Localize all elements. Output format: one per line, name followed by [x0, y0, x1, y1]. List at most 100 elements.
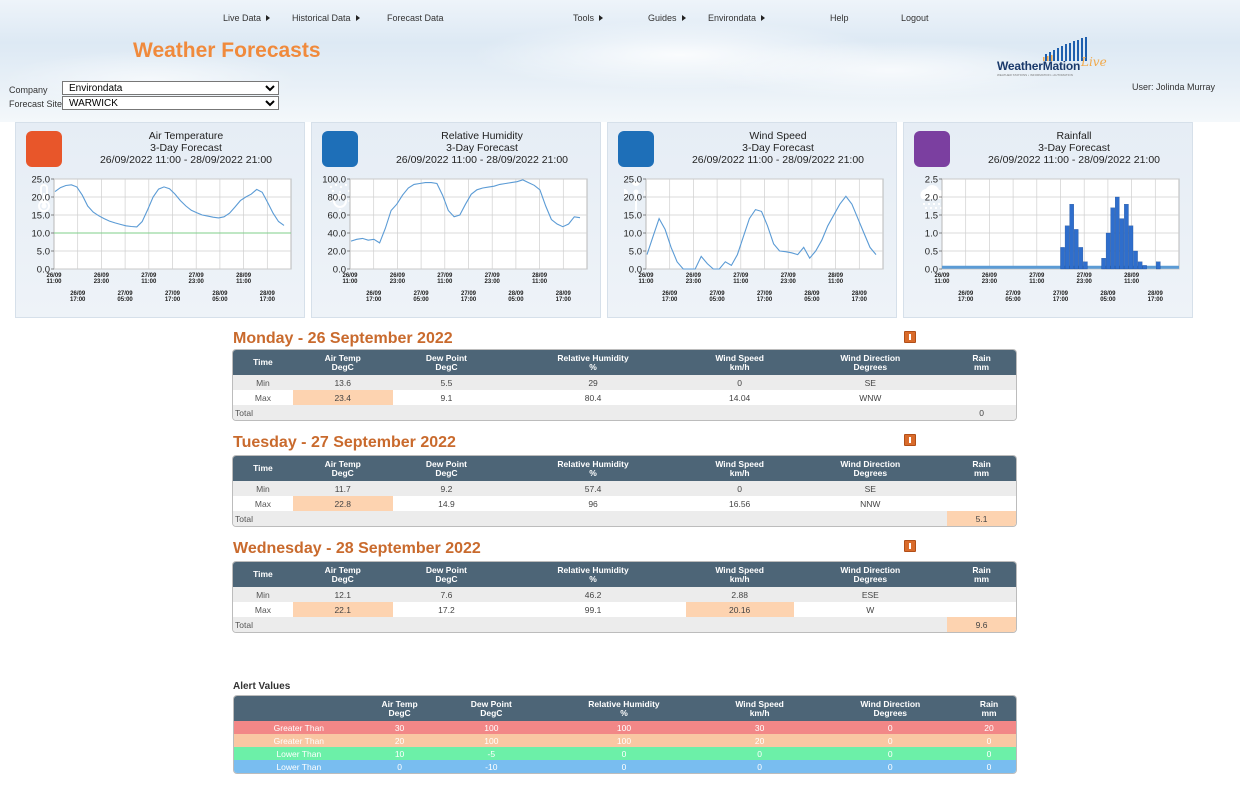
table-cell — [292, 511, 393, 526]
x-tick-label: 17:00 — [556, 297, 572, 303]
y-tick-label: 80.0 — [328, 193, 347, 204]
table-cell: 22.8 — [292, 496, 393, 511]
y-tick-label: 25.0 — [32, 175, 51, 186]
y-tick-label: 60.0 — [328, 211, 347, 222]
table-cell: 7.6 — [392, 587, 501, 602]
y-tick-label: 10.0 — [32, 229, 51, 240]
page-title: Weather Forecasts — [133, 39, 321, 62]
table-row: Min 11.7 9.2 57.4 0 SE — [233, 481, 1016, 496]
alert-cell: 0 — [818, 721, 963, 734]
table-header-row: Time Air Temp DegC Dew Point DegC Relative Hu… — [233, 456, 1016, 481]
table-cell: 9.6 — [947, 617, 1016, 632]
alert-cell: 0 — [700, 747, 819, 760]
table-cell: 17.2 — [392, 602, 501, 617]
column-header-unit: % — [589, 361, 597, 372]
nav-forecast-data[interactable]: Forecast Data — [387, 13, 444, 23]
table-header-row: Time Air Temp DegC Dew Point DegC Relative Hu… — [233, 350, 1016, 375]
table-cell: 5.1 — [947, 511, 1016, 526]
table-cell: 9.2 — [392, 481, 501, 496]
forecast-site-select[interactable]: WARWICK — [62, 96, 279, 110]
nav-guides[interactable]: Guides — [648, 13, 686, 23]
x-tick-label: 05:00 — [212, 297, 228, 303]
row-label: Max — [233, 602, 293, 617]
row-label: Max — [233, 390, 293, 405]
column-header: Air Temp DegC — [292, 350, 393, 375]
column-header-label: Time — [253, 357, 273, 367]
pdf-export-icon[interactable] — [904, 434, 916, 446]
nav-help[interactable]: Help — [830, 13, 849, 23]
weathermation-logo[interactable]: WeatherMation Live WEATHER STATIONS • IN… — [993, 37, 1113, 77]
column-header: Dew Point DegC — [392, 456, 501, 481]
column-header-unit: Degrees — [853, 361, 888, 372]
alert-row-label: Greater Than — [234, 721, 364, 734]
row-label: Min — [233, 587, 293, 602]
column-header: Rain mm — [962, 696, 1016, 721]
chart-subtitle: 3-Day Forecast — [150, 142, 222, 154]
company-select[interactable]: Environdata — [62, 81, 279, 95]
table-cell: 20.16 — [685, 602, 794, 617]
table-cell: 16.56 — [685, 496, 794, 511]
pdf-export-icon[interactable] — [904, 331, 916, 343]
alert-row-label: Lower Than — [234, 760, 364, 773]
x-tick-label: 17:00 — [1053, 297, 1069, 303]
nav-logout[interactable]: Logout — [901, 13, 929, 23]
column-header: Dew Point DegC — [392, 350, 501, 375]
x-tick-label: 05:00 — [413, 297, 429, 303]
rain-bar — [1110, 207, 1115, 270]
alert-values-table: Air Temp DegC Dew Point DegC Relative Humidi… — [233, 695, 1017, 774]
y-tick-label: 2.0 — [925, 193, 938, 204]
table-cell — [500, 617, 686, 632]
column-header-unit: DegC — [331, 361, 354, 372]
chart-title-text: Relative Humidity — [441, 130, 523, 142]
relative-humidity-chart-panel: Relative Humidity 3-Day Forecast 26/09/2… — [311, 122, 601, 318]
table-cell — [947, 390, 1016, 405]
table-cell: 96 — [500, 496, 686, 511]
column-header: Wind Direction Degrees — [793, 350, 948, 375]
chart-title-text: Rainfall — [1056, 130, 1092, 142]
nav-label: Guides — [648, 13, 677, 23]
column-header-unit: DegC — [435, 573, 458, 584]
nav-live-data[interactable]: Live Data — [223, 13, 271, 23]
x-tick-label: 17:00 — [260, 297, 276, 303]
nav-historical-data[interactable]: Historical Data — [292, 13, 360, 23]
column-header: Air Temp DegC — [292, 562, 393, 587]
table-cell — [500, 405, 686, 420]
x-tick-label: 11:00 — [437, 279, 453, 285]
x-tick-label: 05:00 — [804, 297, 820, 303]
column-header: Relative Humidity% — [500, 456, 686, 481]
x-tick-label: 17:00 — [757, 297, 773, 303]
row-label: Min — [233, 481, 293, 496]
chart-subtitle: 3-Day Forecast — [446, 142, 518, 154]
nav-tools[interactable]: Tools — [573, 13, 604, 23]
x-tick-label: 23:00 — [781, 279, 797, 285]
x-tick-label: 23:00 — [485, 279, 501, 285]
alert-cell: 0 — [363, 760, 436, 773]
nav-environdata[interactable]: Environdata — [708, 13, 766, 23]
alert-cell: 0 — [818, 760, 963, 773]
column-header-label: Time — [253, 569, 273, 579]
rain-bar — [1156, 261, 1161, 270]
table-cell: 13.6 — [292, 375, 393, 390]
alert-cell: 0 — [547, 747, 701, 760]
column-header-unit: Degrees — [853, 467, 888, 478]
air-temperature-chart: 0.05.010.015.020.025.026/0911:0026/0923:… — [32, 175, 292, 303]
rain-bar — [1064, 225, 1070, 270]
x-tick-label: 17:00 — [958, 297, 974, 303]
column-header-unit: DegC — [480, 707, 503, 718]
alert-values-title: Alert Values — [233, 681, 291, 692]
column-header: Dew Point DegC — [435, 696, 548, 721]
column-header-unit: DegC — [331, 573, 354, 584]
x-tick-label: 23:00 — [94, 279, 110, 285]
rain-bar — [1069, 204, 1074, 270]
table-row: Total 9.6 — [233, 617, 1016, 632]
table-cell: 0 — [947, 405, 1016, 420]
x-tick-label: 17:00 — [662, 297, 678, 303]
table-cell: 80.4 — [500, 390, 686, 405]
alert-cell: 0 — [700, 760, 819, 773]
pdf-export-icon[interactable] — [904, 540, 916, 552]
forecast-table-tuesday: Time Air Temp DegC Dew Point DegC Relative Hu… — [232, 455, 1017, 527]
x-tick-label: 05:00 — [709, 297, 725, 303]
alert-cell: 0 — [962, 760, 1016, 773]
alert-cell: 0 — [818, 734, 963, 747]
column-header: Relative Humidity% — [500, 562, 686, 587]
